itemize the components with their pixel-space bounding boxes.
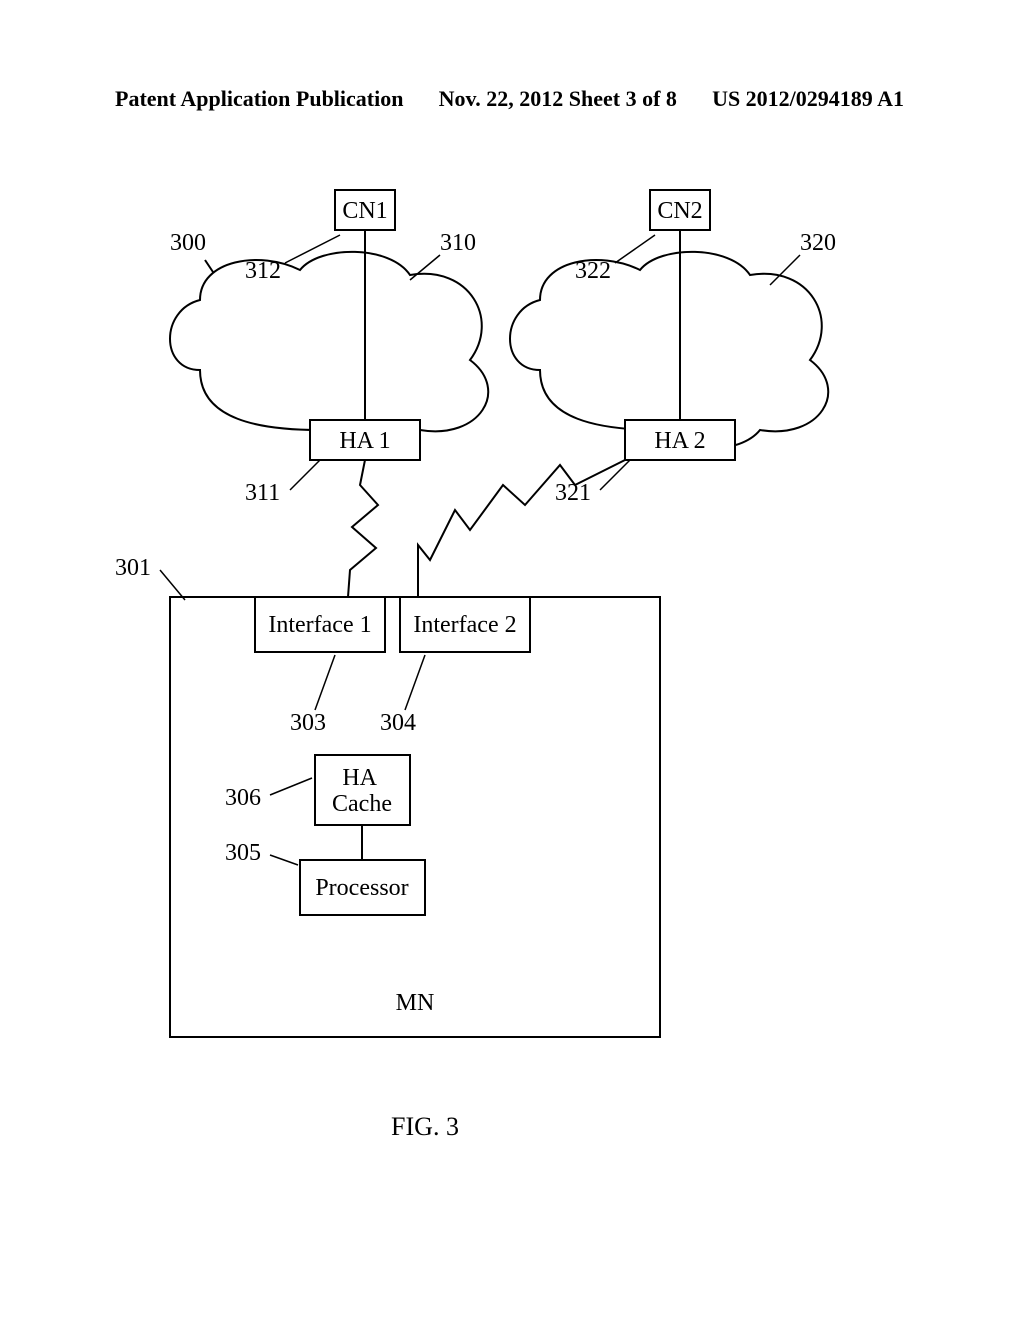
leader-301 xyxy=(160,570,185,600)
page-header: Patent Application Publication Nov. 22, … xyxy=(0,86,1024,112)
zigzag-ha2-if2 xyxy=(418,460,625,597)
header-right: US 2012/0294189 A1 xyxy=(712,86,904,112)
page: Patent Application Publication Nov. 22, … xyxy=(0,0,1024,1320)
ha2-label: HA 2 xyxy=(654,428,705,454)
leader-311 xyxy=(290,460,320,490)
if2-label: Interface 2 xyxy=(413,612,516,638)
mn-box xyxy=(170,597,660,1037)
ref-305: 305 xyxy=(225,840,261,866)
ref-320: 320 xyxy=(800,230,836,256)
header-left: Patent Application Publication xyxy=(115,86,403,112)
mn-label: MN xyxy=(396,990,435,1016)
ref-311: 311 xyxy=(245,480,280,506)
ref-301: 301 xyxy=(115,555,151,581)
ref-322: 322 xyxy=(575,258,611,284)
cn2-label: CN2 xyxy=(657,198,702,224)
header-center: Nov. 22, 2012 Sheet 3 of 8 xyxy=(439,86,677,112)
figure-caption: FIG. 3 xyxy=(391,1112,459,1141)
ref-310: 310 xyxy=(440,230,476,256)
ref-304: 304 xyxy=(380,710,416,736)
if1-label: Interface 1 xyxy=(268,612,371,638)
processor-label: Processor xyxy=(315,875,408,901)
diagram: 300 310 CN1 312 HA 1 311 320 CN2 xyxy=(0,130,1024,1230)
ref-312: 312 xyxy=(245,258,281,284)
zigzag-ha1-if1 xyxy=(348,460,378,597)
cn1-label: CN1 xyxy=(342,198,387,224)
leader-322 xyxy=(615,235,655,263)
ref-306: 306 xyxy=(225,785,261,811)
ha1-label: HA 1 xyxy=(339,428,390,454)
ref-300: 300 xyxy=(170,230,206,256)
ref-303: 303 xyxy=(290,710,326,736)
